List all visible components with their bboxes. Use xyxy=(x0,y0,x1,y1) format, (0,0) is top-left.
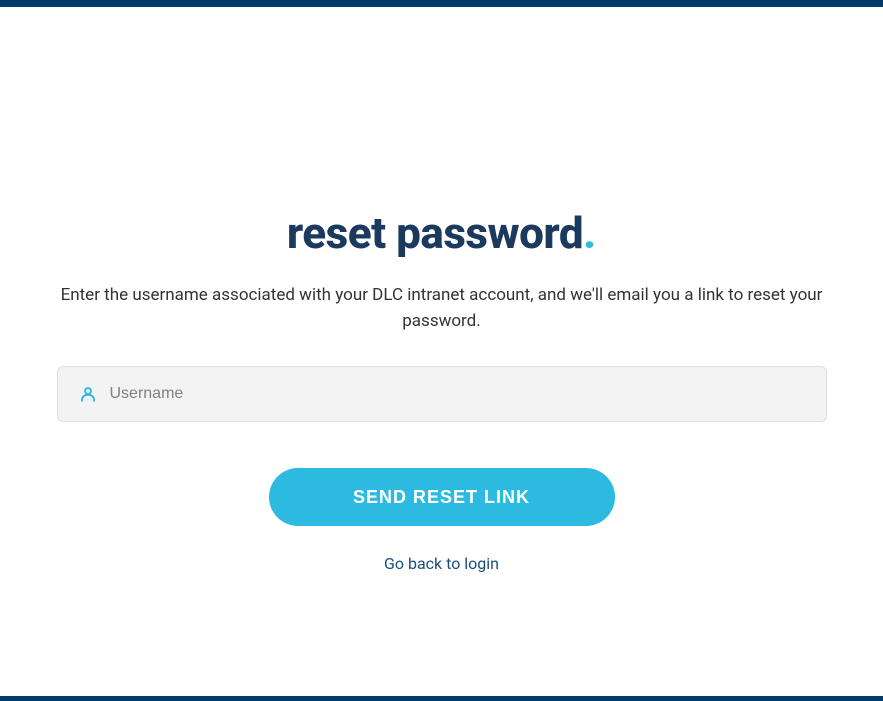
page-subtitle: Enter the username associated with your … xyxy=(55,283,828,334)
back-to-login-link[interactable]: Go back to login xyxy=(384,554,499,573)
username-input[interactable] xyxy=(57,366,827,422)
page-title: reset password xyxy=(287,207,583,259)
send-reset-link-button[interactable]: SEND RESET LINK xyxy=(269,468,615,526)
username-input-wrapper xyxy=(57,366,827,422)
page-title-dot: . xyxy=(583,207,596,259)
reset-password-container: reset password. Enter the username assoc… xyxy=(0,7,883,573)
page-title-wrapper: reset password. xyxy=(287,207,596,259)
